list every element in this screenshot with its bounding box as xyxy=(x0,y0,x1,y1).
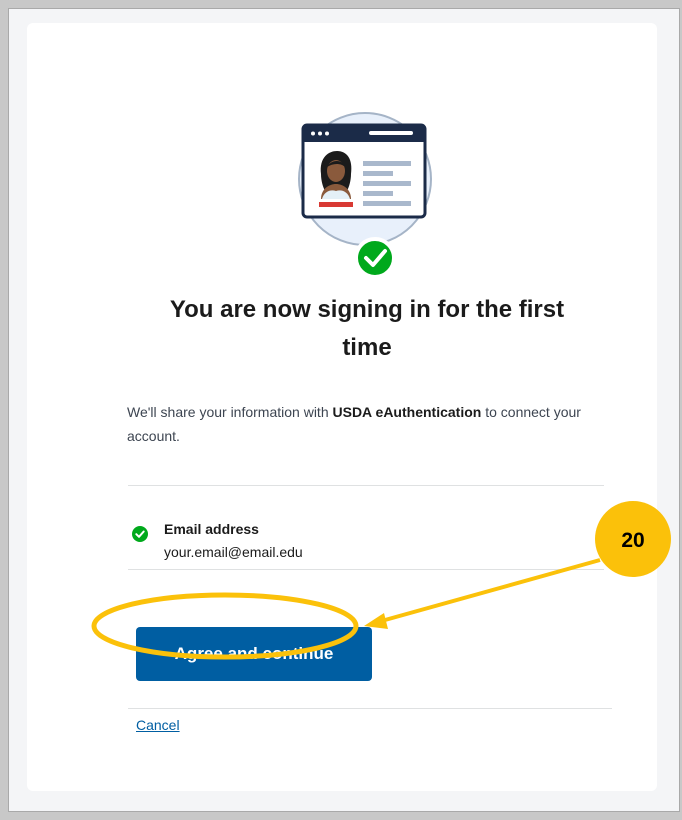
page-title: You are now signing in for the first tim… xyxy=(169,296,565,361)
consent-intro: We'll share your information with USDA e… xyxy=(127,400,607,448)
screenshot-frame: You are now signing in for the first tim… xyxy=(8,8,680,812)
divider-bottom xyxy=(128,708,612,709)
service-name: USDA eAuthentication xyxy=(332,404,482,420)
cancel-link[interactable]: Cancel xyxy=(136,717,180,733)
consent-card: You are now signing in for the first tim… xyxy=(27,23,657,791)
divider-middle xyxy=(128,569,604,570)
attribute-label: Email address xyxy=(164,521,259,537)
attribute-value: your.email@email.edu xyxy=(164,544,303,560)
check-circle-icon xyxy=(132,526,148,542)
identity-card-illustration xyxy=(298,112,432,279)
divider-top xyxy=(128,485,604,486)
agree-and-continue-button[interactable]: Agree and continue xyxy=(136,627,372,681)
intro-prefix: We'll share your information with xyxy=(127,404,333,420)
